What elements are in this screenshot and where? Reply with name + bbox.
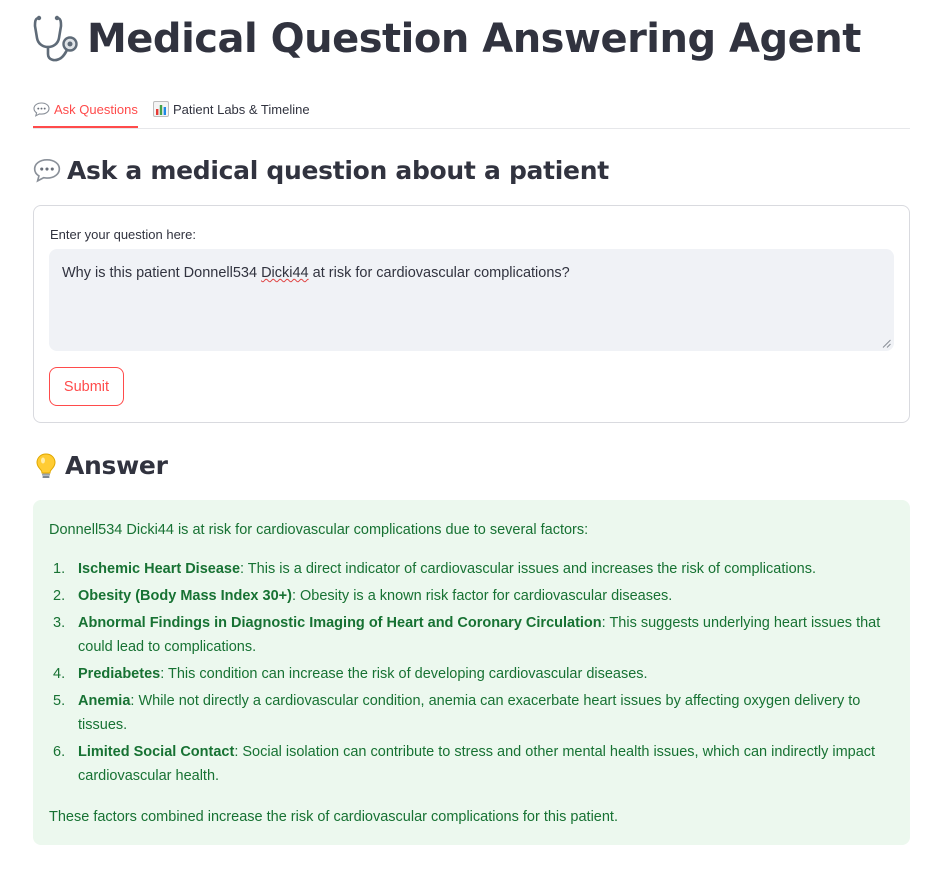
question-text-tail: at risk for cardiovascular complications… xyxy=(308,265,570,281)
list-item: 6. Limited Social Contact: Social isolati… xyxy=(49,740,894,788)
list-item-title: Abnormal Findings in Diagnostic Imaging … xyxy=(78,615,602,631)
tab-label: Patient Labs & Timeline xyxy=(173,101,310,117)
question-input[interactable]: Why is this patient Donnell534 Dicki44 a… xyxy=(49,249,894,351)
list-number: 2. xyxy=(53,588,66,604)
tab-label: Ask Questions xyxy=(54,101,138,117)
question-text-misspelled: Dicki44 xyxy=(261,265,309,281)
resize-handle-icon[interactable] xyxy=(882,339,891,348)
list-number: 1. xyxy=(53,561,66,577)
list-number: 4. xyxy=(53,666,66,682)
ask-heading-text: Ask a medical question about a patient xyxy=(67,156,609,185)
submit-button[interactable]: Submit xyxy=(49,367,124,406)
tab-bar: Ask Questions Patient Labs & Timeline xyxy=(33,92,910,129)
answer-box: Donnell534 Dicki44 is at risk for cardio… xyxy=(33,500,910,845)
ask-section-heading: Ask a medical question about a patient xyxy=(33,156,609,185)
answer-heading-text: Answer xyxy=(65,451,168,480)
list-item: 2. Obesity (Body Mass Index 30+): Obesity… xyxy=(49,584,894,608)
speech-bubble-icon xyxy=(33,158,61,183)
list-item: 1. Ischemic Heart Disease: This is a dire… xyxy=(49,557,894,581)
list-item-text: : This is a direct indicator of cardiova… xyxy=(240,561,816,577)
answer-conclusion: These factors combined increase the risk… xyxy=(49,809,618,825)
list-number: 5. xyxy=(53,693,66,709)
tab-ask-questions[interactable]: Ask Questions xyxy=(33,92,138,128)
list-item-title: Ischemic Heart Disease xyxy=(78,561,241,577)
list-number: 3. xyxy=(53,615,66,631)
list-item-text: : While not directly a cardiovascular co… xyxy=(78,693,861,733)
answer-intro: Donnell534 Dicki44 is at risk for cardio… xyxy=(49,522,589,538)
speech-bubble-icon xyxy=(33,101,50,117)
question-label: Enter your question here: xyxy=(50,227,196,242)
page-title: Medical Question Answering Agent xyxy=(33,14,861,64)
list-item-text: : Obesity is a known risk factor for car… xyxy=(291,588,673,604)
page-title-text: Medical Question Answering Agent xyxy=(87,16,861,62)
bar-chart-icon xyxy=(153,101,169,117)
list-item-title: Obesity (Body Mass Index 30+) xyxy=(78,588,292,604)
list-item-title: Anemia xyxy=(78,693,131,709)
stethoscope-icon xyxy=(33,15,78,62)
list-item: 4. Prediabetes: This condition can increa… xyxy=(49,662,894,686)
risk-factor-list: 1. Ischemic Heart Disease: This is a dire… xyxy=(49,557,894,791)
list-item-title: Prediabetes xyxy=(78,666,161,682)
question-text: Why is this patient Donnell534 xyxy=(62,265,262,281)
list-item: 3. Abnormal Findings in Diagnostic Imagin… xyxy=(49,611,894,659)
lightbulb-icon xyxy=(36,452,56,478)
list-item-title: Limited Social Contact xyxy=(78,744,235,760)
list-item-text: : This condition can increase the risk o… xyxy=(160,666,648,682)
list-item: 5. Anemia: While not directly a cardiovas… xyxy=(49,689,894,737)
list-number: 6. xyxy=(53,744,66,760)
tab-patient-labs-timeline[interactable]: Patient Labs & Timeline xyxy=(153,92,310,126)
answer-section-heading: Answer xyxy=(33,451,168,480)
question-form: Enter your question here: Why is this pa… xyxy=(33,205,910,423)
